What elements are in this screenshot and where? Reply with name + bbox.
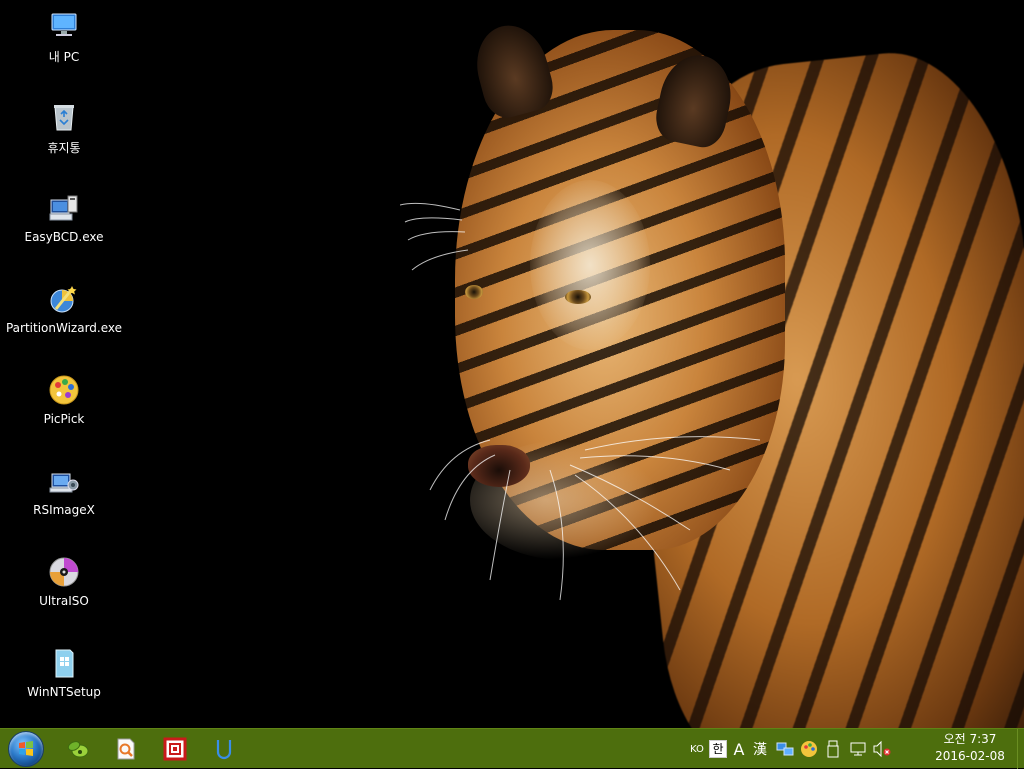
icon-label: RSImageX — [33, 503, 95, 517]
network-icon — [850, 742, 866, 756]
start-button[interactable] — [2, 729, 50, 769]
icon-label: 휴지통 — [47, 141, 81, 155]
picpick-tray-icon — [801, 741, 817, 757]
tray-usb[interactable] — [822, 729, 844, 769]
desktop[interactable]: 내 PC 휴지통 EasyBCD.exe PartitionWizard.exe… — [0, 0, 1024, 728]
ime-hanja-label: 漢 — [753, 742, 767, 758]
taskbar: KO 한 A 漢 오전 7:37 2016-02-08 — [0, 728, 1024, 769]
icon-label: EasyBCD.exe — [24, 230, 104, 244]
tray-picpick[interactable] — [798, 729, 820, 769]
taskbar-app-picpick-editor[interactable] — [102, 729, 150, 769]
recycle-bin-icon — [48, 101, 80, 133]
tray-network[interactable] — [846, 729, 870, 769]
volume-muted-icon — [873, 740, 891, 758]
icon-label: UltraISO — [39, 594, 89, 608]
desktop-icon-winntsetup[interactable]: WinNTSetup — [0, 641, 128, 727]
desktop-icon-ultraiso[interactable]: UltraISO — [0, 550, 128, 636]
desktop-icon-picpick[interactable]: PicPick — [0, 368, 128, 454]
tray-volume[interactable] — [870, 729, 894, 769]
ime-hanja-button[interactable]: 漢 — [750, 729, 770, 769]
blue-u-app-icon — [216, 740, 232, 760]
red-grid-app-icon — [163, 737, 187, 761]
icon-label: PicPick — [43, 412, 85, 426]
taskbar-app-red-grid[interactable] — [151, 729, 199, 769]
system-clock[interactable]: 오전 7:37 2016-02-08 — [930, 731, 1010, 767]
rsimagex-icon — [48, 465, 80, 497]
tray-network-share[interactable] — [774, 729, 796, 769]
lang-label: KO — [690, 743, 704, 755]
icon-label: 내 PC — [48, 50, 80, 64]
picpick-icon — [48, 374, 80, 406]
easybcd-icon — [48, 192, 80, 224]
show-desktop-button[interactable] — [1017, 729, 1024, 769]
ultraiso-icon — [48, 556, 80, 588]
clock-date: 2016-02-08 — [935, 749, 1005, 763]
icon-label: WinNTSetup — [27, 685, 101, 699]
icon-label: PartitionWizard.exe — [5, 321, 123, 335]
tiger-whiskers — [400, 202, 761, 601]
desktop-icon-my-pc[interactable]: 내 PC — [0, 4, 128, 90]
ime-mode-button[interactable]: 한 — [708, 729, 728, 769]
computer-icon — [48, 10, 80, 42]
ime-letter-button[interactable]: A — [730, 729, 748, 769]
winntsetup-icon — [48, 647, 80, 679]
wallpaper-tiger — [0, 0, 1024, 728]
green-leaf-app-icon — [67, 741, 89, 758]
desktop-icon-partitionwizard[interactable]: PartitionWizard.exe — [0, 277, 128, 363]
usb-device-icon — [827, 740, 839, 758]
taskbar-app-blue-u[interactable] — [200, 729, 248, 769]
desktop-icon-rsimagex[interactable]: RSImageX — [0, 459, 128, 545]
clock-time: 오전 7:37 — [943, 732, 997, 746]
picpick-editor-icon — [117, 738, 135, 760]
start-orb-icon — [8, 731, 44, 767]
ime-mode-label: 한 — [709, 740, 727, 758]
input-language-indicator[interactable]: KO — [686, 729, 708, 769]
desktop-icon-recycle-bin[interactable]: 휴지통 — [0, 95, 128, 181]
network-share-icon — [776, 742, 794, 756]
taskbar-app-green-leaf[interactable] — [54, 729, 102, 769]
ime-letter-label: A — [733, 739, 745, 759]
desktop-icon-easybcd[interactable]: EasyBCD.exe — [0, 186, 128, 272]
partition-wizard-icon — [48, 283, 80, 315]
